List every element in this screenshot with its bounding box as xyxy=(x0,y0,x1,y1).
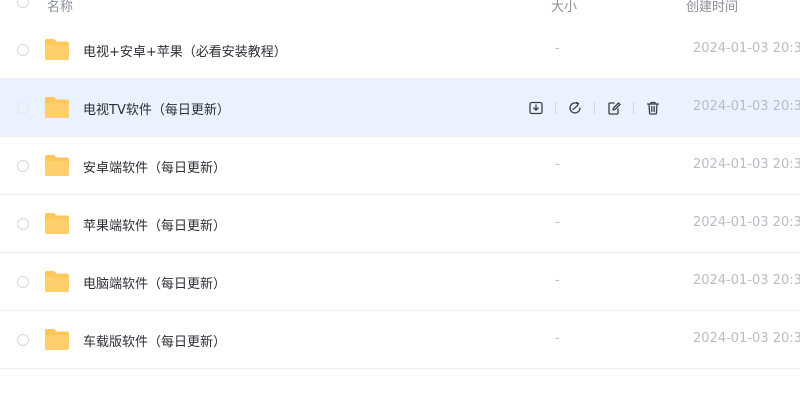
file-name[interactable]: 电脑端软件（每日更新） xyxy=(83,273,226,292)
file-size: - xyxy=(555,41,560,56)
row-checkbox[interactable] xyxy=(17,102,29,114)
file-created: 2024-01-03 20:37 xyxy=(693,99,800,114)
folder-icon xyxy=(45,97,69,118)
file-created: 2024-01-03 20:37 xyxy=(693,215,800,230)
file-rows: 电视+安卓+苹果（必看安装教程） - 2024-01-03 20:37 电视TV… xyxy=(0,21,800,369)
action-divider xyxy=(633,102,634,114)
header-created[interactable]: 创建时间 xyxy=(686,0,738,15)
file-size: - xyxy=(555,273,560,288)
row-checkbox[interactable] xyxy=(17,276,29,288)
folder-icon xyxy=(45,155,69,176)
row-checkbox[interactable] xyxy=(17,160,29,172)
action-divider xyxy=(555,102,556,114)
file-row[interactable]: 电视+安卓+苹果（必看安装教程） - 2024-01-03 20:37 xyxy=(0,21,800,79)
select-all-checkbox[interactable] xyxy=(17,0,29,8)
file-name[interactable]: 电视+安卓+苹果（必看安装教程） xyxy=(83,41,287,60)
file-size: - xyxy=(555,215,560,230)
folder-icon xyxy=(45,39,69,60)
file-row[interactable]: 电脑端软件（每日更新） - 2024-01-03 20:37 xyxy=(0,253,800,311)
file-size: - xyxy=(555,331,560,346)
file-created: 2024-01-03 20:37 xyxy=(693,41,800,56)
file-row[interactable]: 安卓端软件（每日更新） - 2024-01-03 20:37 xyxy=(0,137,800,195)
file-name[interactable]: 车载版软件（每日更新） xyxy=(83,331,226,350)
file-size: - xyxy=(555,157,560,172)
file-name[interactable]: 安卓端软件（每日更新） xyxy=(83,157,226,176)
header-size[interactable]: 大小 xyxy=(551,0,577,15)
row-actions xyxy=(526,98,663,118)
file-name[interactable]: 电视TV软件（每日更新） xyxy=(83,99,230,118)
file-created: 2024-01-03 20:37 xyxy=(693,273,800,288)
row-checkbox[interactable] xyxy=(17,218,29,230)
file-name[interactable]: 苹果端软件（每日更新） xyxy=(83,215,226,234)
header-name[interactable]: 名称 xyxy=(47,0,73,15)
delete-icon[interactable] xyxy=(643,98,663,118)
file-row[interactable]: 电视TV软件（每日更新） 2024-01-03 20:37 xyxy=(0,79,800,137)
download-icon[interactable] xyxy=(526,98,546,118)
list-header: 名称 大小 创建时间 xyxy=(0,0,800,22)
file-created: 2024-01-03 20:37 xyxy=(693,331,800,346)
file-row[interactable]: 苹果端软件（每日更新） - 2024-01-03 20:37 xyxy=(0,195,800,253)
folder-icon xyxy=(45,271,69,292)
row-checkbox[interactable] xyxy=(17,334,29,346)
row-checkbox[interactable] xyxy=(17,44,29,56)
file-created: 2024-01-03 20:37 xyxy=(693,157,800,172)
action-divider xyxy=(594,102,595,114)
folder-icon xyxy=(45,329,69,350)
share-icon[interactable] xyxy=(565,98,585,118)
folder-icon xyxy=(45,213,69,234)
file-list: 名称 大小 创建时间 电视+安卓+苹果（必看安装教程） - 2024-01-03… xyxy=(0,0,800,407)
rename-icon[interactable] xyxy=(604,98,624,118)
file-row[interactable]: 车载版软件（每日更新） - 2024-01-03 20:37 xyxy=(0,311,800,369)
